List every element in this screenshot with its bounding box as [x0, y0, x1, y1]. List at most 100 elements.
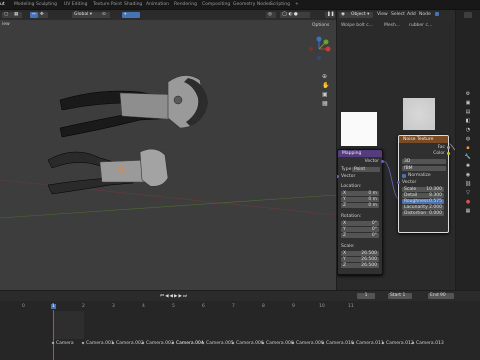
add-workspace-button[interactable]: + [295, 2, 299, 7]
frame-number: 6 [202, 304, 205, 309]
current-frame-field[interactable]: 1 [357, 293, 375, 299]
scale-label: Scale: [341, 244, 355, 249]
location-z[interactable]: Z0 m [341, 203, 379, 208]
frame-number: 0 [22, 304, 25, 309]
tab-texture-paint[interactable]: Texture Paint [93, 2, 122, 7]
rotation-label: Rotation: [341, 214, 362, 219]
color-output-socket[interactable] [447, 152, 450, 155]
physics-icon[interactable]: ◉ [456, 171, 480, 180]
frame-number: 7 [232, 304, 235, 309]
rotation-y[interactable]: Y 0° [341, 227, 379, 232]
camera-icon[interactable]: ▣ [322, 90, 330, 99]
detail-field[interactable]: Detail 8.300 [402, 193, 444, 198]
tab-layout[interactable]: ut [0, 2, 5, 7]
noise-vector-socket[interactable] [397, 181, 400, 184]
location-y[interactable]: Y0 m [341, 197, 379, 202]
vector-input-label: Vector [341, 174, 356, 179]
material-icon[interactable]: ● [456, 198, 480, 207]
marker[interactable]: Camera.006 [236, 341, 264, 346]
marker[interactable]: Camera.002 [116, 341, 144, 346]
view-layer-icon[interactable]: ◧ [456, 117, 480, 126]
marker[interactable]: Camera [56, 341, 74, 346]
scene-icon[interactable]: ◔ [456, 126, 480, 135]
marker[interactable]: Camera.010 [326, 341, 354, 346]
scale-x[interactable]: X 26.500 [341, 251, 379, 256]
tab-modeling[interactable]: Modeling [14, 2, 34, 7]
object-icon[interactable]: ▪ [456, 144, 480, 153]
marker[interactable]: Camera.011 [356, 341, 384, 346]
type-dropdown[interactable]: Point [352, 167, 380, 172]
frame-number: 4 [142, 304, 145, 309]
normalize-checkbox[interactable] [402, 174, 406, 178]
fac-output-socket[interactable] [447, 146, 450, 149]
pliers-object [59, 75, 208, 138]
marker[interactable]: Camera.013 [416, 341, 444, 346]
distortion-field[interactable]: Distortion 0.000 [402, 211, 444, 216]
rotation-z[interactable]: Z 0° [341, 233, 379, 238]
shader-editor[interactable]: ◉ Object ▾ View Select Add Node Wolpe bo… [337, 10, 455, 290]
grid-icon[interactable]: ▦ [322, 99, 330, 108]
noise-node-title: Noise Texture [399, 136, 448, 143]
3d-viewport[interactable]: ▢ ▦ ↔ ✥ Global ▾ ⊙ ⌖ ◎ ◯ ◐ ● ❚❚ iew Opti… [0, 10, 336, 290]
scale-z[interactable]: Z 26.500 [341, 263, 379, 268]
noise-texture-node[interactable]: Noise Texture Fac Color 3D fBM Normalize… [397, 135, 450, 233]
marker[interactable]: Camera.009 [296, 341, 324, 346]
playhead[interactable]: 1 [51, 304, 56, 309]
pliers-object-selected [47, 148, 169, 195]
render-icon[interactable]: ▣ [456, 99, 480, 108]
normalize-label: Normalize [408, 173, 431, 178]
tab-compositing[interactable]: Compositing [202, 2, 230, 7]
fac-output-label: Fac [437, 145, 445, 150]
timeline-header: ⏮◀◀▶▶⏭ 1 Start 1 End 90 [0, 291, 480, 301]
start-frame-field[interactable]: Start 1 [388, 293, 412, 299]
vector-output-socket[interactable] [381, 160, 384, 163]
properties-header [464, 12, 472, 18]
noise-vector-label: Vector [402, 180, 417, 185]
scale-y[interactable]: Y 26.500 [341, 257, 379, 262]
mapping-node[interactable]: Mapping Vector Type: Point Vector Locati… [337, 149, 384, 275]
texture-icon[interactable]: ▦ [456, 207, 480, 216]
tab-uv-editing[interactable]: UV Editing [64, 2, 87, 7]
roughness-field[interactable]: Roughness 0.575 [402, 199, 444, 204]
tab-scripting[interactable]: Scripting [270, 2, 290, 7]
tab-sculpting[interactable]: Sculpting [36, 2, 57, 7]
marker[interactable]: Camera.008 [266, 341, 294, 346]
constraints-icon[interactable]: ⛓ [456, 180, 480, 189]
frame-number: 9 [292, 304, 295, 309]
frame-number: 2 [82, 304, 85, 309]
marker[interactable]: Camera.001 [86, 341, 114, 346]
tool-icon[interactable]: ⚙ [456, 90, 480, 99]
lacunarity-field[interactable]: Lacunarity 2.000 [402, 205, 444, 210]
pan-icon[interactable]: ✋ [322, 81, 330, 90]
dimensions-dropdown[interactable]: 3D [402, 159, 446, 164]
data-icon[interactable]: ▽ [456, 189, 480, 198]
marker[interactable]: Camera.012 [386, 341, 414, 346]
jump-end-icon[interactable]: ⏭ [183, 294, 188, 299]
tab-animation[interactable]: Animation [146, 2, 169, 7]
modifier-icon[interactable]: 🔧 [456, 153, 480, 162]
tab-geometry-nodes[interactable]: Geometry Nodes [233, 2, 271, 7]
vector-input-socket[interactable] [337, 175, 339, 178]
viewport-scene [0, 75, 336, 219]
output-icon[interactable]: ▤ [456, 108, 480, 117]
marker[interactable]: Camera.003 [146, 341, 174, 346]
basis-dropdown[interactable]: fBM [402, 166, 446, 171]
end-frame-field[interactable]: End 90 [428, 293, 454, 299]
properties-editor[interactable]: ⚙ ▣ ▤ ◧ ◔ ◍ ▪ 🔧 ✺ ◉ ⛓ ▽ ● ▦ [456, 10, 480, 290]
tab-shading[interactable]: Shading [124, 2, 142, 7]
timeline[interactable]: ⏮◀◀▶▶⏭ 1 Start 1 End 90 0 1 2 3 4 5 6 7 … [0, 291, 480, 360]
rotation-x[interactable]: X 0° [341, 221, 379, 226]
frame-range-shade [54, 311, 84, 339]
tab-rendering[interactable]: Rendering [174, 2, 197, 7]
navigation-gizmo[interactable] [306, 36, 332, 62]
zoom-icon[interactable]: ⊕ [322, 72, 330, 81]
frame-number: 8 [262, 304, 265, 309]
marker-selected[interactable]: Camera.004 [176, 341, 204, 346]
frame-number: 11 [348, 304, 354, 309]
location-x[interactable]: X0 m [341, 191, 379, 196]
marker[interactable]: Camera.005 [206, 341, 234, 346]
particles-icon[interactable]: ✺ [456, 162, 480, 171]
world-icon[interactable]: ◍ [456, 135, 480, 144]
scale-field[interactable]: Scale 10.300 [402, 187, 444, 192]
mapping-output-label: Vector [364, 159, 379, 164]
